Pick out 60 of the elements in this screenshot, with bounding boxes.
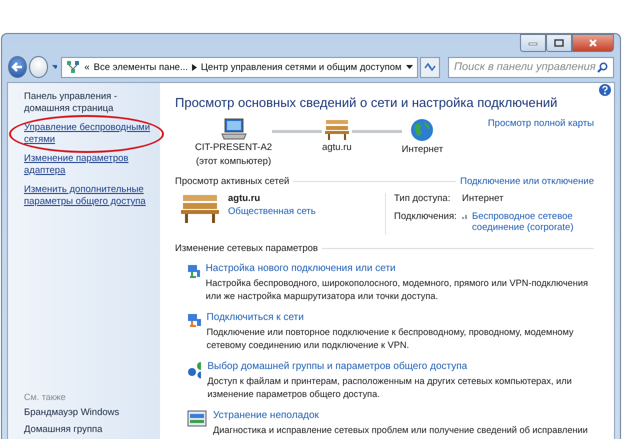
- maximize-button[interactable]: [546, 34, 572, 52]
- home-link[interactable]: Панель управления - домашняя страница: [24, 91, 154, 115]
- back-arrow-icon: [11, 62, 24, 72]
- history-dropdown-icon[interactable]: [52, 65, 58, 69]
- network-computers-icon: [187, 263, 200, 281]
- sidebar-link[interactable]: Домашняя группа: [24, 424, 154, 436]
- address-bar[interactable]: « Все элементы пане... Центр управления сетями и общим доступом: [61, 56, 418, 78]
- task-description: Доступ к файлам и принтерам, расположенным на других сетевых компьютерах, или изменение параметров общего доступа.: [207, 375, 573, 401]
- network-computers-icon: [187, 312, 201, 330]
- sidebar-link[interactable]: Управление беспроводными сетями: [24, 122, 154, 146]
- task-description: Диагностика и исправление сетевых проблем или получение сведений об исправлении: [213, 424, 588, 437]
- section-heading: См. также: [24, 392, 67, 402]
- network-type-link[interactable]: Общественная сеть: [228, 206, 316, 217]
- connect-disconnect-link[interactable]: Подключение или отключение: [460, 176, 594, 187]
- network-icon: [66, 60, 80, 74]
- search-field[interactable]: Поиск в панели управления: [448, 56, 614, 78]
- task-description: Подключение или повторное подключение к беспроводному, проводному, модемному сетевому соединению или подключение к VPN.: [206, 326, 575, 352]
- minimize-button[interactable]: [520, 34, 546, 52]
- forward-button[interactable]: [28, 56, 48, 78]
- back-button[interactable]: [8, 56, 27, 78]
- task-link[interactable]: Подключиться к сети: [206, 312, 594, 323]
- sidebar-link[interactable]: Изменение параметров адаптера: [24, 153, 154, 177]
- dropdown-icon[interactable]: [406, 65, 413, 69]
- section-heading: Изменение сетевых параметров: [175, 243, 318, 254]
- connection-link[interactable]: Беспроводное сетевое соединение (corporate): [472, 211, 594, 233]
- refresh-button[interactable]: [420, 56, 440, 78]
- node-sublabel: (этот компьютер): [196, 156, 272, 168]
- address-overflow[interactable]: «: [84, 62, 90, 72]
- troubleshoot-icon: [187, 410, 207, 428]
- breadcrumb[interactable]: Все элементы пане...: [94, 62, 188, 72]
- chevron-icon[interactable]: [192, 64, 197, 70]
- page-title: Просмотр основных сведений о сети и настройка подключений: [175, 95, 558, 110]
- node-label: CIT-PRESENT-A2: [195, 142, 272, 154]
- section-heading: Просмотр активных сетей: [175, 176, 290, 187]
- homegroup-icon: [187, 361, 202, 379]
- sidebar-link[interactable]: Изменить дополнительные параметры общего доступа: [24, 184, 154, 208]
- access-type-value: Интернет: [462, 193, 504, 206]
- task-link[interactable]: Выбор домашней группы и параметров общего доступа: [207, 361, 594, 372]
- close-button[interactable]: [572, 34, 614, 52]
- network-name: agtu.ru: [228, 193, 262, 204]
- breadcrumb[interactable]: Центр управления сетями и общим доступом: [200, 62, 402, 72]
- maximize-icon: [554, 39, 564, 47]
- full-map-link[interactable]: Просмотр полной карты: [488, 118, 594, 129]
- node-label: agtu.ru: [322, 142, 352, 154]
- access-type-label: Тип доступа:: [394, 193, 452, 206]
- search-icon[interactable]: [597, 62, 608, 72]
- bench-icon: [180, 193, 220, 223]
- sidebar-link[interactable]: Брандмауэр Windows: [24, 407, 154, 419]
- computer-icon: [220, 118, 247, 140]
- task-link[interactable]: Настройка нового подключения или сети: [206, 263, 594, 274]
- bench-icon: [324, 118, 350, 140]
- help-icon[interactable]: [599, 84, 611, 96]
- connections-label: Подключения:: [394, 211, 458, 224]
- globe-icon: [410, 118, 434, 142]
- refresh-icon: [422, 61, 437, 73]
- task-description: Настройка беспроводного, широкополосного, модемного, прямого или VPN-подключения или же настройка маршрутизатора или точки доступа.: [206, 277, 589, 303]
- close-icon: [588, 39, 598, 47]
- task-link[interactable]: Устранение неполадок: [213, 410, 588, 421]
- minimize-icon: [528, 40, 538, 46]
- node-label: Интернет: [402, 144, 444, 156]
